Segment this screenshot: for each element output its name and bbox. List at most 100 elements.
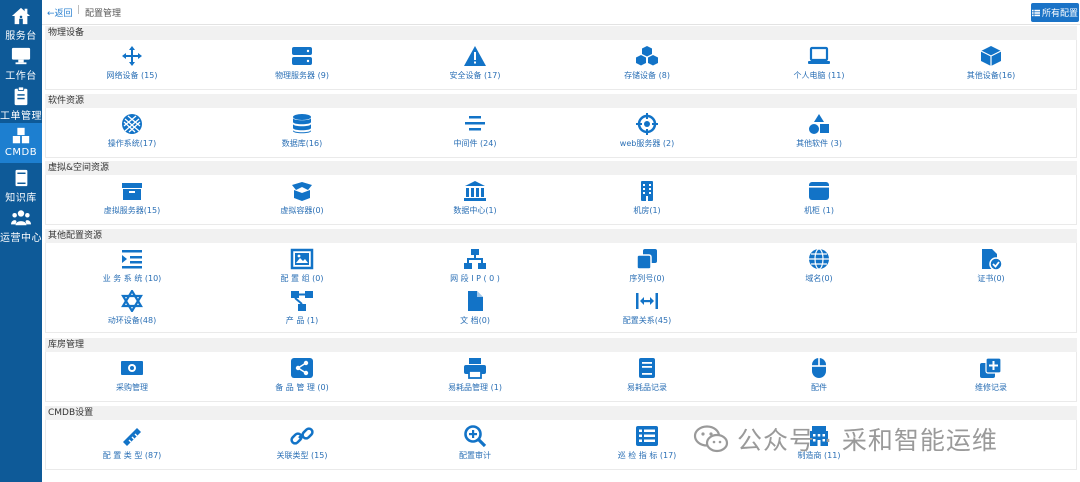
nav-label: CMDB: [4, 147, 38, 158]
globe-icon: [806, 247, 832, 271]
config-tile-label: 其他设备(16): [966, 71, 1016, 80]
config-tile-label: 文 档(0): [460, 316, 490, 325]
window-icon: [806, 179, 832, 203]
config-tile[interactable]: 网络设备 (15): [46, 44, 218, 84]
config-tile[interactable]: web服务器 (2): [561, 112, 733, 152]
config-tile[interactable]: 采购管理: [46, 356, 218, 396]
section-body: 虚拟服务器(15) 虚拟容器(0) 数据中心(1) 机房(1) 机柜 (1): [45, 175, 1077, 225]
config-tile[interactable]: 其他软件 (3): [733, 112, 905, 152]
config-tile[interactable]: 中间件 (24): [389, 112, 561, 152]
config-tile[interactable]: 易耗品记录: [561, 356, 733, 396]
config-tile-label: 数据库(16): [281, 139, 323, 148]
config-tile[interactable]: 配置关系(45): [561, 289, 733, 329]
section-header: CMDB设置: [45, 406, 1077, 420]
section-header: 其他配置资源: [45, 229, 1077, 243]
all-config-button[interactable]: 所有配置: [1031, 3, 1079, 22]
config-tile-label: 安全设备 (17): [449, 71, 501, 80]
config-tile-label: 产 品 (1): [285, 316, 319, 325]
cube-icon: [978, 44, 1004, 68]
indent-icon: [119, 247, 145, 271]
warning-icon: [462, 44, 488, 68]
money-bill-icon: [119, 356, 145, 380]
file-icon: [462, 289, 488, 313]
shapes-icon: [806, 112, 832, 136]
config-tile-label: 配 置 组 (0): [280, 274, 324, 283]
config-tile-label: 备 品 管 理 (0): [275, 383, 329, 392]
clone-icon: [634, 247, 660, 271]
list-icon: [1031, 9, 1040, 16]
watermark-text: 公众号 · 采和智能运维: [737, 426, 998, 455]
ruler-icon: [119, 424, 145, 448]
link-icon: [289, 424, 315, 448]
section-body: 网络设备 (15) 物理服务器 (9) 安全设备 (17) 存储设备 (8) 个人电脑 …: [45, 40, 1077, 90]
config-tile-label: 虚拟服务器(15): [103, 206, 161, 215]
arrows-move-icon: [119, 44, 145, 68]
config-tile[interactable]: 安全设备 (17): [389, 44, 561, 84]
config-tile-label: 网 段 I P ( 0 ): [450, 274, 500, 283]
config-tile[interactable]: 证书(0): [905, 247, 1077, 287]
arrows-left-right-icon: [634, 289, 660, 313]
config-tile-label: 动环设备(48): [107, 316, 157, 325]
config-tile[interactable]: 易耗品管理 (1): [389, 356, 561, 396]
config-tile[interactable]: 维修记录: [905, 356, 1077, 396]
app: 服务台 工作台 工单管理 CMDB 知识库 运营中心 ←返回 | 配置管理 所有: [0, 0, 1080, 482]
config-tile[interactable]: 操作系统(17): [46, 112, 218, 152]
config-tile-label: 数据中心(1): [453, 206, 497, 215]
database-icon: [289, 112, 315, 136]
nav-item-operations[interactable]: 运营中心: [0, 205, 42, 245]
nav-item-cmdb[interactable]: CMDB: [0, 123, 42, 163]
all-config-label: 所有配置: [1041, 9, 1078, 19]
config-tile[interactable]: 序列号(0): [561, 247, 733, 287]
config-tile[interactable]: 个人电脑 (11): [733, 44, 905, 84]
config-tile[interactable]: 其他设备(16): [905, 44, 1077, 84]
star-of-david-icon: [119, 289, 145, 313]
server-icon: [289, 44, 315, 68]
nav-item-tickets[interactable]: 工单管理: [0, 83, 42, 123]
config-tile-label: 配 置 类 型 (87): [102, 451, 162, 460]
nav-label: 运营中心: [0, 233, 42, 244]
config-tile-label: 证书(0): [977, 274, 1005, 283]
config-tile[interactable]: 虚拟服务器(15): [46, 179, 218, 219]
config-tile[interactable]: 配 置 类 型 (87): [46, 424, 218, 464]
config-tile[interactable]: 动环设备(48): [46, 289, 218, 329]
config-tile[interactable]: 关联类型 (15): [216, 424, 388, 464]
config-tile[interactable]: 备 品 管 理 (0): [216, 356, 388, 396]
config-tile[interactable]: 数据中心(1): [389, 179, 561, 219]
config-tile[interactable]: 存储设备 (8): [561, 44, 733, 84]
config-tile-label: 个人电脑 (11): [793, 71, 845, 80]
box-open-icon: [289, 179, 315, 203]
config-tile[interactable]: 配 置 组 (0): [216, 247, 388, 287]
align-center-icon: [462, 112, 488, 136]
nav-item-service-desk[interactable]: 服务台: [0, 3, 42, 43]
config-tile[interactable]: 虚拟容器(0): [216, 179, 388, 219]
config-tile-label: 其他软件 (3): [796, 139, 842, 148]
users-icon: [11, 210, 31, 226]
share-icon: [289, 356, 315, 380]
config-tile-label: 配置关系(45): [622, 316, 672, 325]
config-tile[interactable]: 物理服务器 (9): [216, 44, 388, 84]
config-tile-label: 业 务 系 统 (10): [102, 274, 162, 283]
config-tile[interactable]: 网 段 I P ( 0 ): [389, 247, 561, 287]
back-link[interactable]: ←返回: [47, 6, 73, 19]
config-tile[interactable]: 机柜 (1): [733, 179, 905, 219]
config-tile[interactable]: 配置审计: [389, 424, 561, 464]
config-tile[interactable]: 文 档(0): [389, 289, 561, 329]
config-tile-label: 物理服务器 (9): [275, 71, 329, 80]
clipboard-icon: [14, 86, 28, 106]
nav-item-knowledge[interactable]: 知识库: [0, 165, 42, 205]
config-tile[interactable]: 配件: [733, 356, 905, 396]
config-tile-label: 采购管理: [116, 383, 148, 392]
config-tile[interactable]: 业 务 系 统 (10): [46, 247, 218, 287]
config-tile-label: 机柜 (1): [804, 206, 834, 215]
config-tile[interactable]: 域名(0): [733, 247, 905, 287]
section-header: 库房管理: [45, 338, 1077, 352]
config-tile-label: 易耗品记录: [627, 383, 667, 392]
book-icon: [15, 169, 28, 187]
section-body: 采购管理 备 品 管 理 (0) 易耗品管理 (1) 易耗品记录 配件 维修记录: [45, 352, 1077, 402]
config-tile[interactable]: 机房(1): [561, 179, 733, 219]
config-tile[interactable]: 数据库(16): [216, 112, 388, 152]
config-tile[interactable]: 产 品 (1): [216, 289, 388, 329]
monitor-icon: [11, 47, 31, 65]
nav-item-workbench[interactable]: 工作台: [0, 43, 42, 83]
crosshair-icon: [634, 112, 660, 136]
